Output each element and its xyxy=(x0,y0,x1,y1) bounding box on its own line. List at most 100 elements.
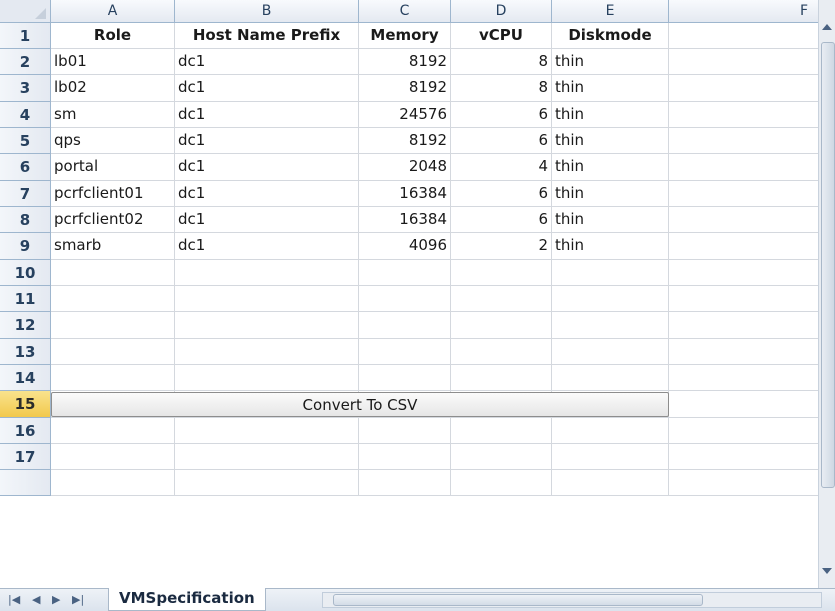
row-header-16[interactable]: 16 xyxy=(0,418,51,444)
first-sheet-icon[interactable]: |◀ xyxy=(8,593,20,606)
cell-empty[interactable] xyxy=(451,312,552,339)
cell-empty[interactable] xyxy=(51,312,175,339)
cell-host[interactable]: dc1 xyxy=(175,102,359,128)
cell-role[interactable]: lb02 xyxy=(51,75,175,102)
sheet-tab-vmspecification[interactable]: VMSpecification xyxy=(108,588,266,611)
cell-host[interactable]: dc1 xyxy=(175,181,359,207)
cell-role[interactable]: smarb xyxy=(51,233,175,260)
column-header-f[interactable]: F xyxy=(669,0,818,23)
cell-role[interactable]: pcrfclient02 xyxy=(51,207,175,233)
cell-empty[interactable] xyxy=(669,339,818,365)
cell-empty[interactable] xyxy=(451,286,552,312)
cell-empty[interactable] xyxy=(669,154,818,181)
row-header-6[interactable]: 6 xyxy=(0,154,51,181)
cell-vcpu[interactable]: 6 xyxy=(451,102,552,128)
cell-host[interactable]: dc1 xyxy=(175,207,359,233)
cell-host[interactable]: dc1 xyxy=(175,233,359,260)
cell-role[interactable]: portal xyxy=(51,154,175,181)
cell-vcpu[interactable]: 6 xyxy=(451,207,552,233)
column-header-b[interactable]: B xyxy=(175,0,359,23)
cell-e1-diskmode-header[interactable]: Diskmode xyxy=(552,23,669,49)
cell-empty[interactable] xyxy=(552,312,669,339)
cell-empty[interactable] xyxy=(451,365,552,391)
column-header-e[interactable]: E xyxy=(552,0,669,23)
cell-empty[interactable] xyxy=(669,49,818,75)
cell-empty[interactable] xyxy=(175,339,359,365)
cell-empty[interactable] xyxy=(669,312,818,339)
cell-diskmode[interactable]: thin xyxy=(552,233,669,260)
cell-memory[interactable]: 2048 xyxy=(359,154,451,181)
cell-diskmode[interactable]: thin xyxy=(552,181,669,207)
cell-c1-memory-header[interactable]: Memory xyxy=(359,23,451,49)
cell-empty[interactable] xyxy=(669,128,818,154)
cell-empty[interactable] xyxy=(552,286,669,312)
cell-diskmode[interactable]: thin xyxy=(552,49,669,75)
cell-empty[interactable] xyxy=(359,365,451,391)
cell-memory[interactable]: 4096 xyxy=(359,233,451,260)
cell-empty[interactable] xyxy=(175,444,359,470)
cell-diskmode[interactable]: thin xyxy=(552,75,669,102)
vertical-scrollbar[interactable] xyxy=(818,0,835,588)
cell-empty[interactable] xyxy=(51,339,175,365)
row-header-3[interactable]: 3 xyxy=(0,75,51,102)
scroll-down-icon[interactable] xyxy=(822,568,832,574)
cell-host[interactable]: dc1 xyxy=(175,49,359,75)
cell-empty[interactable] xyxy=(552,444,669,470)
cell-empty[interactable] xyxy=(51,418,175,444)
cell-empty[interactable] xyxy=(552,470,669,496)
column-header-d[interactable]: D xyxy=(451,0,552,23)
cell-role[interactable]: sm xyxy=(51,102,175,128)
cell-empty[interactable] xyxy=(669,102,818,128)
cell-empty[interactable] xyxy=(451,470,552,496)
cell-empty[interactable] xyxy=(359,444,451,470)
cell-vcpu[interactable]: 4 xyxy=(451,154,552,181)
cell-d1-vcpu-header[interactable]: vCPU xyxy=(451,23,552,49)
row-header-15[interactable]: 15 xyxy=(0,391,51,418)
cell-host[interactable]: dc1 xyxy=(175,154,359,181)
column-header-a[interactable]: A xyxy=(51,0,175,23)
vertical-scroll-thumb[interactable] xyxy=(821,42,835,488)
cell-diskmode[interactable]: thin xyxy=(552,207,669,233)
row-header-7[interactable]: 7 xyxy=(0,181,51,207)
convert-to-csv-button[interactable]: Convert To CSV xyxy=(51,392,669,417)
cell-empty[interactable] xyxy=(552,260,669,286)
cell-diskmode[interactable]: thin xyxy=(552,128,669,154)
cell-empty[interactable] xyxy=(359,312,451,339)
cell-role[interactable]: pcrfclient01 xyxy=(51,181,175,207)
cell-vcpu[interactable]: 8 xyxy=(451,49,552,75)
cell-memory[interactable]: 8192 xyxy=(359,75,451,102)
cell-empty[interactable] xyxy=(669,418,818,444)
row-header-18[interactable] xyxy=(0,470,51,496)
row-header-14[interactable]: 14 xyxy=(0,365,51,391)
cell-empty[interactable] xyxy=(175,470,359,496)
cell-empty[interactable] xyxy=(451,339,552,365)
cell-empty[interactable] xyxy=(359,260,451,286)
cell-empty[interactable] xyxy=(359,339,451,365)
row-header-4[interactable]: 4 xyxy=(0,102,51,128)
cell-memory[interactable]: 16384 xyxy=(359,207,451,233)
cell-empty[interactable] xyxy=(669,233,818,260)
next-sheet-icon[interactable]: ▶ xyxy=(52,593,60,606)
row-header-5[interactable]: 5 xyxy=(0,128,51,154)
cell-empty[interactable] xyxy=(175,312,359,339)
cell-empty[interactable] xyxy=(51,470,175,496)
cell-empty[interactable] xyxy=(552,365,669,391)
cell-vcpu[interactable]: 8 xyxy=(451,75,552,102)
cell-empty[interactable] xyxy=(669,444,818,470)
prev-sheet-icon[interactable]: ◀ xyxy=(32,593,40,606)
row-header-13[interactable]: 13 xyxy=(0,339,51,365)
cell-empty[interactable] xyxy=(451,418,552,444)
row-header-12[interactable]: 12 xyxy=(0,312,51,339)
cell-memory[interactable]: 24576 xyxy=(359,102,451,128)
cell-empty[interactable] xyxy=(669,365,818,391)
row-header-11[interactable]: 11 xyxy=(0,286,51,312)
row-header-1[interactable]: 1 xyxy=(0,23,51,49)
cell-empty[interactable] xyxy=(669,260,818,286)
cell-empty[interactable] xyxy=(51,365,175,391)
row-header-10[interactable]: 10 xyxy=(0,260,51,286)
horizontal-scrollbar[interactable] xyxy=(322,592,822,608)
cell-memory[interactable]: 16384 xyxy=(359,181,451,207)
cell-empty[interactable] xyxy=(552,339,669,365)
cell-empty[interactable] xyxy=(175,418,359,444)
cell-empty[interactable] xyxy=(175,286,359,312)
